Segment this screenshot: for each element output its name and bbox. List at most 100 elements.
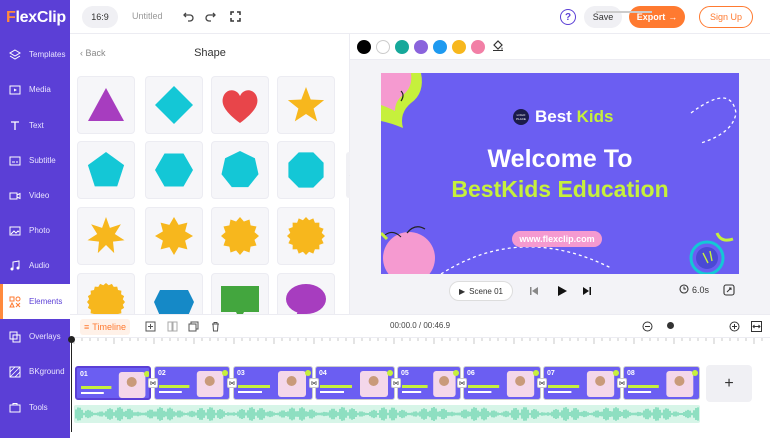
audio-waveform: [75, 407, 699, 421]
shape-octagon[interactable]: [277, 141, 335, 199]
clip-number: 05: [401, 370, 409, 377]
top-bar: 16:9 Untitled ? Save Export → Sign Up: [70, 0, 770, 34]
add-scene-icon[interactable]: [144, 320, 156, 332]
scene-label: Scene 01: [469, 286, 503, 296]
sidebar-item-audio[interactable]: Audio: [0, 248, 70, 283]
color-swatch[interactable]: [433, 39, 447, 54]
skip-forward-icon[interactable]: [581, 285, 593, 297]
sidebar-item-label: BKground: [29, 367, 65, 376]
timeline-clip[interactable]: 07: [543, 366, 621, 400]
sidebar-item-photo[interactable]: Photo: [0, 213, 70, 248]
shape-star-8[interactable]: [145, 207, 203, 265]
delete-icon[interactable]: [209, 320, 221, 332]
zoom-slider-handle[interactable]: [667, 322, 674, 329]
color-swatch[interactable]: [471, 39, 485, 54]
playhead-handle[interactable]: [68, 336, 75, 343]
shape-speech-rect[interactable]: [211, 273, 269, 314]
redo-icon[interactable]: [203, 9, 217, 23]
playhead[interactable]: [71, 338, 72, 432]
timeline-clip[interactable]: 05: [397, 366, 461, 400]
scene-button[interactable]: ▶ Scene 01: [449, 281, 513, 301]
transition-icon[interactable]: ⋈: [617, 378, 627, 388]
shape-scallop[interactable]: [77, 273, 135, 314]
shape-star[interactable]: [277, 76, 335, 134]
shape-hexagon-wide[interactable]: [145, 273, 203, 314]
timeline-clip[interactable]: 03: [233, 366, 313, 400]
photo-icon: [9, 225, 21, 237]
transition-icon[interactable]: ⋈: [309, 378, 319, 388]
timeline-clip[interactable]: 02: [154, 366, 230, 400]
sidebar-item-label: Media: [29, 85, 51, 94]
sidebar-item-templates[interactable]: Templates: [0, 37, 70, 72]
transition-icon[interactable]: ⋈: [537, 378, 547, 388]
timeline-clip[interactable]: 08: [623, 366, 700, 400]
shape-burst-16[interactable]: [277, 207, 335, 265]
fullscreen-icon[interactable]: [228, 9, 242, 23]
transition-icon[interactable]: ⋈: [148, 378, 158, 388]
sidebar-item-overlays[interactable]: Overlays: [0, 319, 70, 354]
color-swatch[interactable]: [376, 39, 390, 54]
undo-icon[interactable]: [182, 9, 196, 23]
sidebar-item-media[interactable]: Media: [0, 72, 70, 107]
transition-icon[interactable]: ⋈: [227, 378, 237, 388]
timeline-clip[interactable]: 06: [463, 366, 541, 400]
split-icon[interactable]: [166, 320, 178, 332]
shape-pentagon[interactable]: [77, 141, 135, 199]
shape-burst-12[interactable]: [211, 207, 269, 265]
shape-panel: ‹ Back Shape: [70, 34, 350, 314]
sidebar-item-elements[interactable]: Elements: [0, 284, 70, 319]
expand-preview-icon[interactable]: [723, 284, 735, 296]
subtitle-icon: [9, 155, 21, 167]
shape-speech-oval[interactable]: [277, 273, 335, 314]
duration-display[interactable]: 6.0s: [679, 284, 709, 296]
sidebar-item-video[interactable]: Video: [0, 178, 70, 213]
clip-number: 06: [467, 370, 475, 377]
brand-main: Best: [535, 107, 572, 126]
sidebar-item-tools[interactable]: Tools: [0, 390, 70, 425]
color-swatch[interactable]: [452, 39, 466, 54]
url-pill: www.flexclip.com: [512, 231, 602, 247]
audio-track[interactable]: [74, 405, 700, 423]
zoom-in-icon[interactable]: [728, 320, 740, 332]
zoom-slider-track[interactable]: [596, 11, 652, 13]
panel-title: Shape: [194, 47, 226, 59]
sidebar-item-label: Elements: [29, 297, 63, 306]
transition-icon[interactable]: ⋈: [391, 378, 401, 388]
timeline-clip[interactable]: 01: [75, 366, 151, 400]
shape-triangle[interactable]: [77, 76, 135, 134]
shape-heart[interactable]: [211, 76, 269, 134]
help-icon[interactable]: ?: [560, 9, 576, 25]
sidebar-item-subtitle[interactable]: Subtitle: [0, 143, 70, 178]
shape-hexagon[interactable]: [145, 141, 203, 199]
save-button[interactable]: Save: [584, 6, 622, 28]
signup-button[interactable]: Sign Up: [699, 6, 753, 28]
export-button[interactable]: Export →: [629, 6, 685, 28]
timeline-toolbar: ≡ Timeline 00:00.0 / 00:46.9: [70, 314, 770, 338]
flexclip-logo[interactable]: F lexClip: [0, 0, 70, 36]
aspect-ratio-button[interactable]: 16:9: [82, 6, 118, 28]
duplicate-icon[interactable]: [187, 320, 199, 332]
elements-icon: [9, 296, 21, 308]
color-swatch[interactable]: [357, 39, 371, 54]
sidebar-item-bkground[interactable]: BKground: [0, 354, 70, 389]
shape-heptagon[interactable]: [211, 141, 269, 199]
project-title[interactable]: Untitled: [132, 11, 163, 21]
color-swatch[interactable]: [395, 39, 409, 54]
fill-bucket-icon[interactable]: [492, 39, 504, 54]
sidebar-item-text[interactable]: Text: [0, 108, 70, 143]
export-label: Export: [636, 12, 666, 22]
fit-timeline-icon[interactable]: [750, 320, 762, 332]
add-clip-button[interactable]: +: [706, 365, 752, 402]
music-icon: [9, 259, 21, 272]
shape-diamond[interactable]: [145, 76, 203, 134]
video-canvas[interactable]: LOGO PLACE Best Kids Welcome To BestKids…: [381, 73, 739, 274]
zoom-out-icon[interactable]: [641, 320, 653, 332]
color-swatch[interactable]: [414, 39, 428, 54]
layers-icon: [9, 48, 21, 61]
transition-icon[interactable]: ⋈: [457, 378, 467, 388]
skip-back-icon[interactable]: [528, 285, 540, 297]
play-icon[interactable]: [555, 284, 569, 298]
timeline-clip[interactable]: 04: [315, 366, 395, 400]
shape-star-7[interactable]: [77, 207, 135, 265]
timeline-toggle[interactable]: ≡ Timeline: [80, 319, 130, 335]
